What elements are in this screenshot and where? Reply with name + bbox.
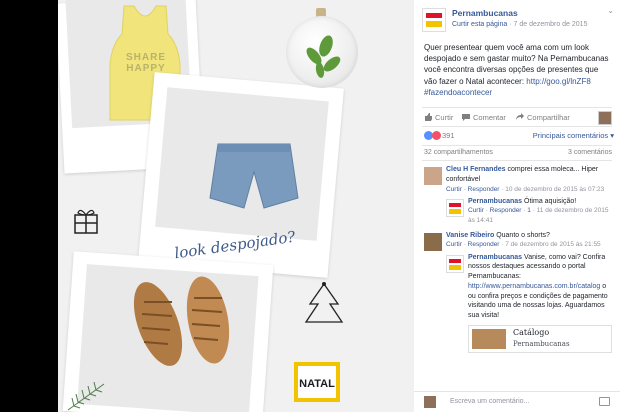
post-link[interactable]: http://goo.gl/lnZF8	[526, 77, 590, 86]
comment-author[interactable]: Cleu H Fernandes	[446, 166, 506, 173]
comment-composer: Escreva um comentário...	[414, 391, 620, 412]
reactions-bar: 391 Principais comentários ▾	[414, 127, 620, 145]
reply: Pernambucanas Vanise, como vai? Confira …	[414, 253, 620, 322]
comment-like-link[interactable]: Curtir	[446, 241, 462, 248]
comment-reply-link[interactable]: Responder	[468, 241, 500, 248]
comment-icon	[462, 113, 470, 121]
comment-meta: Curtir · Responder · 7 de dezembro de 20…	[446, 241, 601, 249]
reply-author[interactable]: Pernambucanas	[468, 198, 522, 205]
tank-top-print: SHARE HAPPY	[125, 52, 166, 74]
link-preview-thumbnail	[472, 329, 506, 350]
link-preview-title: Catálogo	[513, 328, 550, 338]
reply-link[interactable]: http://www.pernambucanas.com.br/catalog	[468, 283, 600, 290]
post-photo[interactable]: SHARE HAPPY look despojado? NATAL	[58, 0, 414, 412]
post-sidebar: Pernambucanas Curtir esta página · 7 de …	[414, 0, 620, 412]
like-button[interactable]: Curtir	[424, 112, 454, 122]
comment-reply-link[interactable]: Responder	[468, 186, 500, 193]
post-text: Quer presentear quem você ama com um loo…	[414, 38, 620, 98]
glass-ornament-image	[286, 16, 358, 88]
comment-like-link[interactable]: Curtir	[446, 186, 462, 193]
post-hashtag[interactable]: #fazendoacontecer	[424, 88, 492, 97]
reply-like-link[interactable]: Curtir	[468, 207, 484, 214]
reaction-count[interactable]: 391	[442, 131, 455, 140]
reply-likes-count[interactable]: 1	[527, 207, 531, 214]
thumbs-up-icon	[425, 112, 432, 121]
comment-meta: Curtir · Responder · 10 de dezembro de 2…	[446, 185, 605, 193]
comment-sort-dropdown[interactable]: Principais comentários ▾	[533, 131, 614, 140]
love-reaction-icon[interactable]	[432, 130, 441, 140]
gift-icon	[74, 209, 98, 234]
viewer-avatar	[424, 396, 436, 408]
comment-text: Quanto o shorts?	[496, 231, 550, 239]
post-actions: Curtir Comentar Compartilhar	[414, 108, 620, 126]
page-avatar[interactable]	[446, 198, 464, 217]
link-preview-subtitle: Pernambucanas	[513, 340, 570, 349]
comment: Cleu H Fernandes comprei essa moleca... …	[414, 165, 620, 194]
reply-text: Ótima aquisição!	[524, 197, 577, 205]
divider	[422, 159, 612, 161]
shares-count[interactable]: 32 compartilhamentos	[424, 149, 493, 156]
reply-meta: Curtir · Responder · 1 · 11 de dezembro …	[468, 207, 609, 224]
reply-author[interactable]: Pernambucanas	[468, 254, 522, 261]
reply-reply-link[interactable]: Responder	[490, 207, 522, 214]
avatar[interactable]	[424, 232, 442, 251]
page-avatar[interactable]	[422, 8, 446, 32]
share-button[interactable]: Compartilhar	[516, 112, 570, 122]
post-date[interactable]: 7 de dezembro de 2015	[514, 21, 588, 28]
facebook-photo-viewer: SHARE HAPPY look despojado? NATAL Pernam…	[0, 0, 620, 412]
comment-date[interactable]: 7 de dezembro de 2015 às 21:55	[505, 241, 600, 248]
viewer-avatar-selector[interactable]	[598, 110, 612, 125]
reply: Pernambucanas Ótima aquisição! Curtir · …	[414, 197, 620, 225]
page-avatar[interactable]	[446, 254, 464, 273]
sandals-image	[133, 276, 230, 366]
comment-button[interactable]: Comentar	[462, 113, 506, 122]
page-name-link[interactable]: Pernambucanas	[452, 8, 518, 18]
christmas-tree-icon	[304, 282, 344, 323]
chevron-down-icon[interactable]: ⌄	[607, 6, 614, 15]
like-label: Curtir	[435, 112, 454, 122]
natal-badge: NATAL	[294, 362, 340, 402]
post-meta: Curtir esta página · 7 de dezembro de 20…	[452, 21, 587, 28]
comment-input[interactable]: Escreva um comentário...	[450, 398, 529, 405]
camera-icon[interactable]	[599, 397, 610, 406]
share-icon	[516, 112, 524, 120]
link-preview-card[interactable]: Catálogo Pernambucanas	[468, 325, 612, 354]
comment-author[interactable]: Vanise Ribeiro	[446, 232, 494, 239]
shorts-image	[209, 143, 299, 209]
comment: Vanise Ribeiro Quanto o shorts? Curtir ·…	[414, 231, 620, 251]
natal-badge-text: NATAL	[299, 378, 335, 390]
pine-branch-icon	[67, 381, 105, 411]
like-page-link[interactable]: Curtir esta página	[452, 21, 507, 28]
comment-date[interactable]: 10 de dezembro de 2015 às 07:23	[505, 186, 604, 193]
meta-separator: ·	[509, 21, 512, 28]
sort-label: Principais comentários	[532, 130, 609, 140]
share-label: Compartilhar	[527, 112, 570, 122]
post-header: Pernambucanas Curtir esta página · 7 de …	[414, 0, 620, 38]
avatar[interactable]	[424, 166, 442, 185]
plant-icon	[306, 35, 341, 78]
share-stats: 32 compartilhamentos 3 comentários	[414, 146, 620, 160]
comment-label: Comentar	[473, 112, 506, 122]
comments-count[interactable]: 3 comentários	[568, 149, 612, 156]
